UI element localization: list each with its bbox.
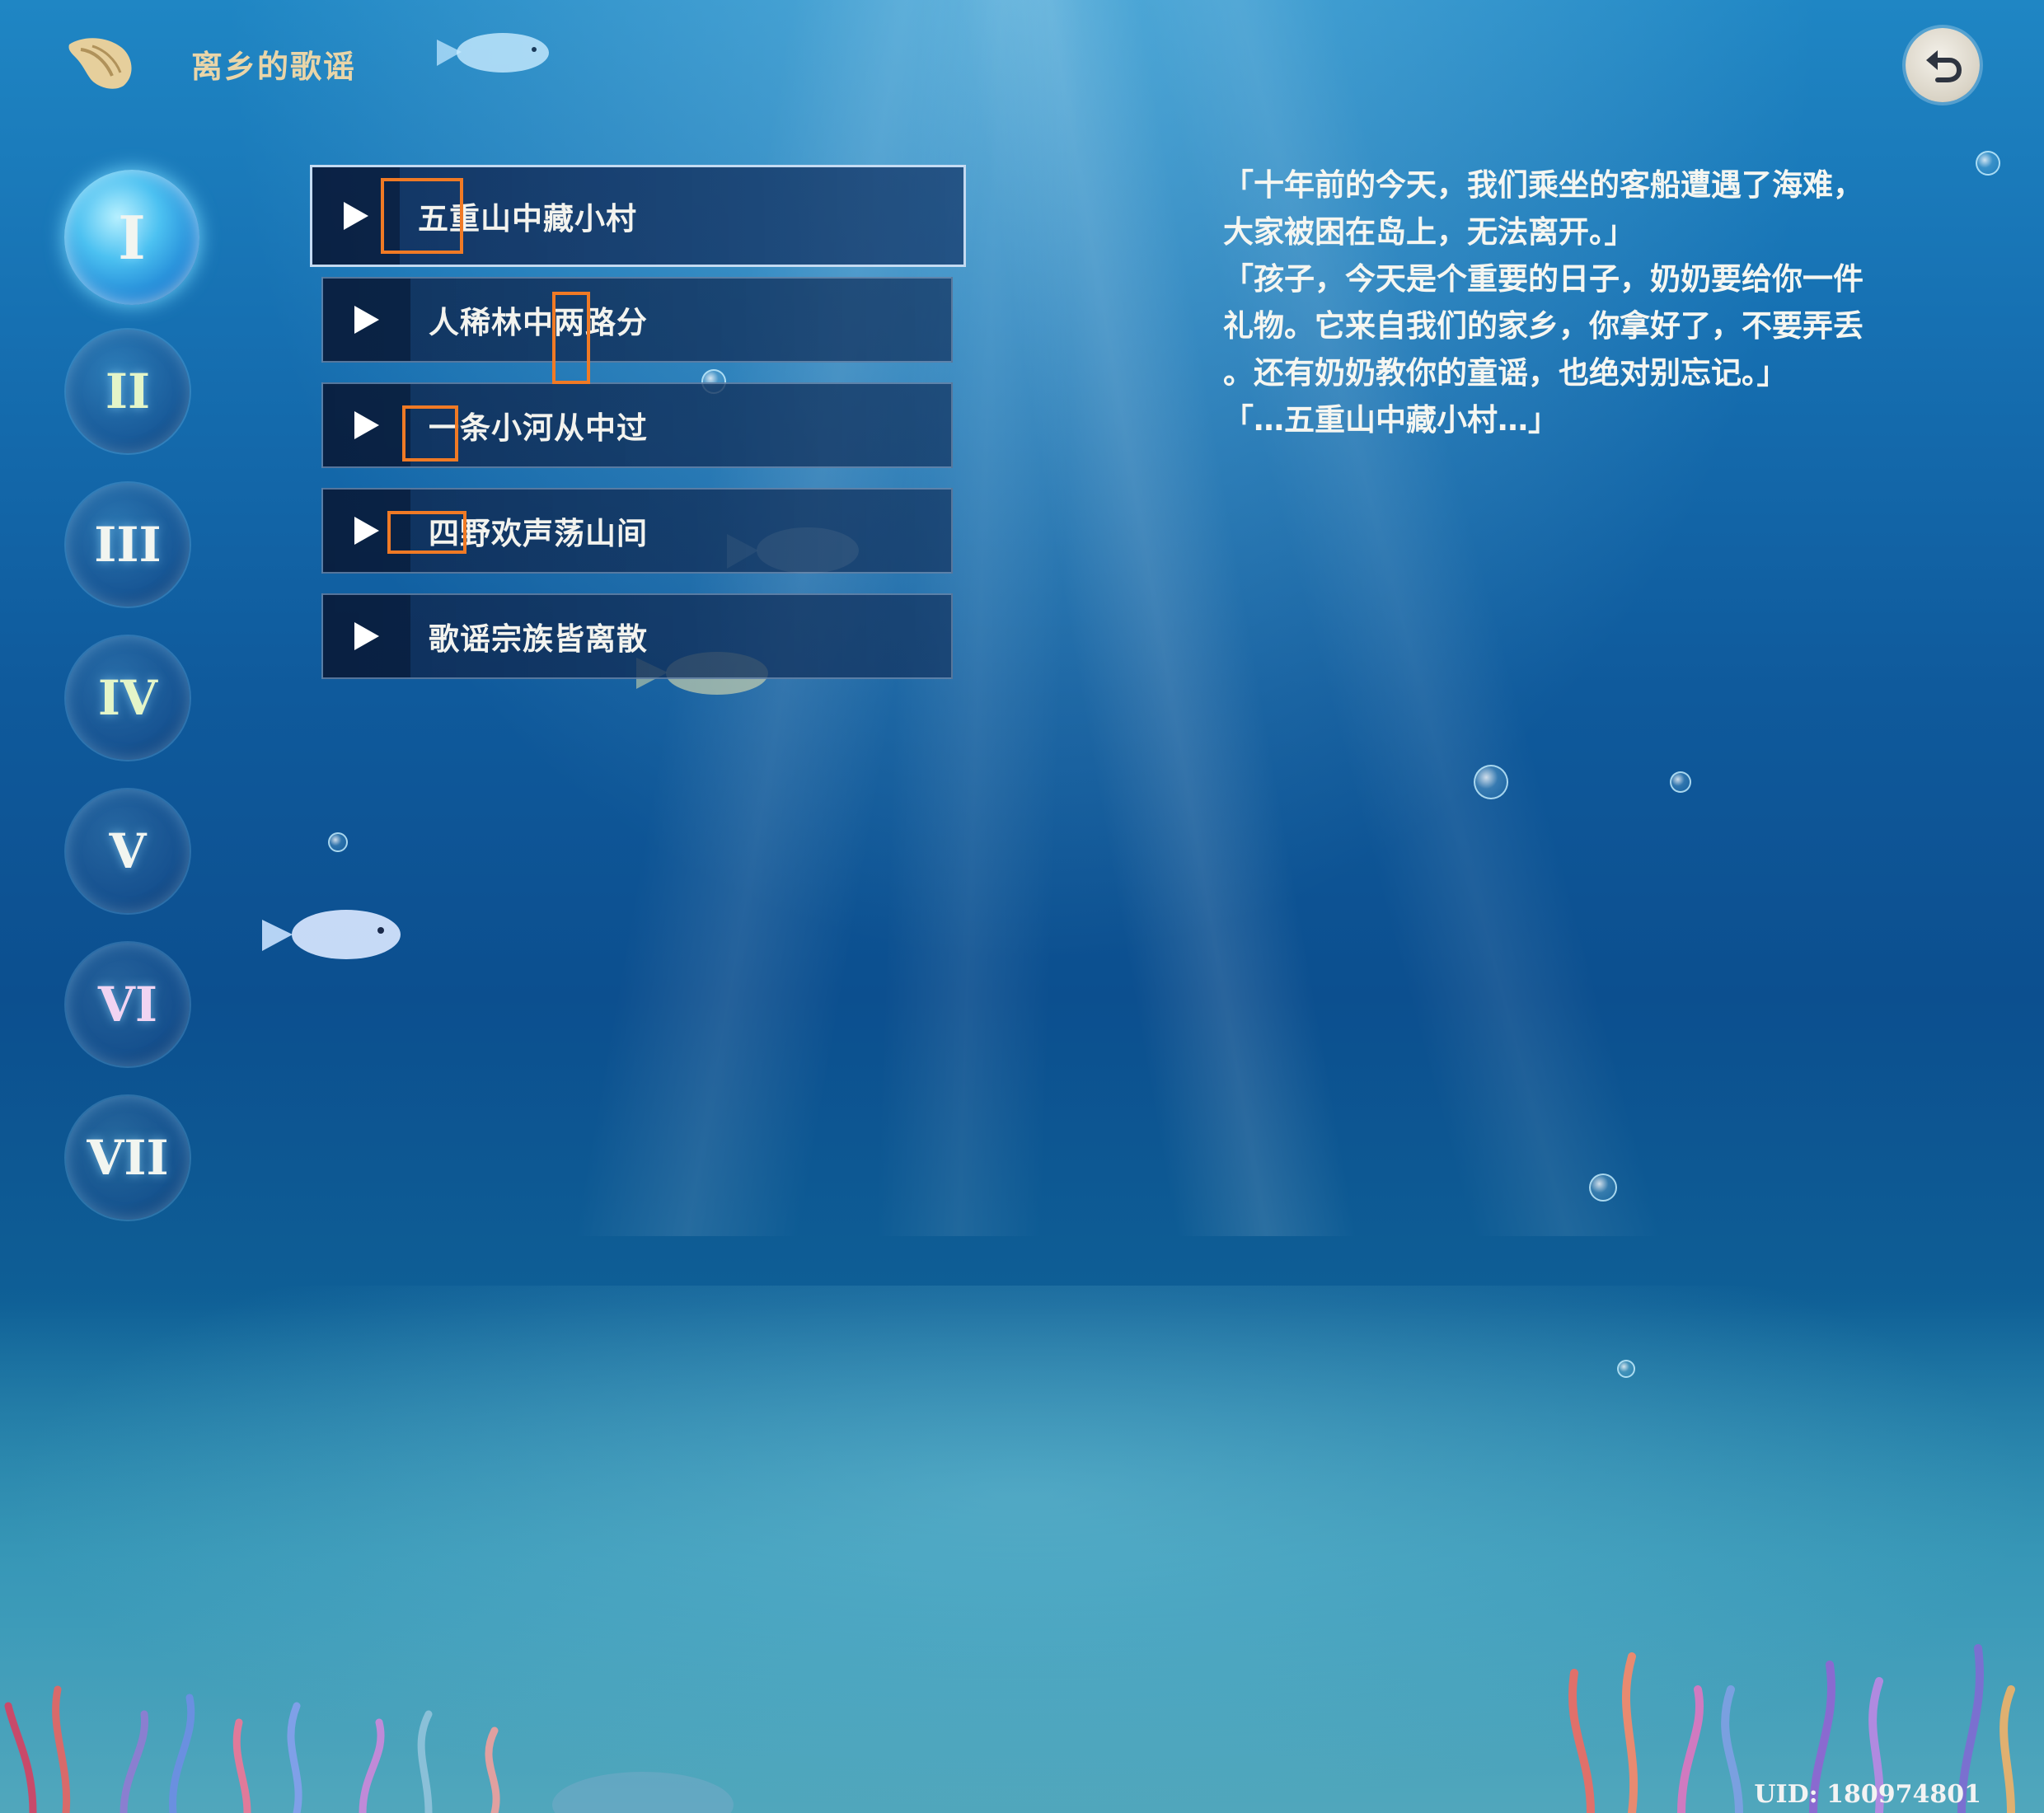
highlight-box (552, 292, 590, 384)
album-title: 离乡的歌谣 (191, 49, 357, 85)
uid-label: UID: 180974801 (1754, 1780, 1981, 1809)
song-title: 歌谣宗族皆离散 (429, 621, 648, 657)
lyric-line: 「十年前的今天，我们乘坐的客船遭遇了海难， (1223, 167, 1864, 203)
lyric-line: 。还有奶奶教你的童谣，也绝对别忘记。」 (1223, 355, 1788, 391)
bubble-decoration (1589, 1174, 1617, 1202)
bubble-decoration (1976, 151, 2000, 176)
highlight-box (402, 405, 458, 461)
chapter-list-items: II III IV V VI VII (66, 0, 206, 1220)
play-button[interactable] (323, 595, 410, 677)
play-button[interactable] (323, 384, 410, 466)
play-triangle-icon (354, 517, 379, 545)
chapter-label: IV (97, 670, 158, 726)
chapter-2-button[interactable]: II (66, 330, 190, 453)
bubble-decoration (1670, 771, 1691, 793)
coral-left-decoration (4, 1685, 734, 1813)
lyric-line: 「…五重山中藏小村…」 (1223, 402, 1559, 438)
bubble-decoration (1617, 1360, 1635, 1378)
lyrics-panel: 「十年前的今天，我们乘坐的客船遭遇了海难， 大家被困在岛上，无法离开。」 「孩子… (1223, 162, 1899, 443)
undo-arrow-icon (1926, 50, 1962, 82)
chapter-4-button[interactable]: IV (66, 636, 190, 760)
play-triangle-icon (354, 411, 379, 439)
chapter-label: II (105, 363, 151, 419)
chapter-7-button[interactable]: VII (66, 1096, 190, 1220)
play-triangle-icon (354, 306, 379, 334)
song-item[interactable]: 人稀林中两路分 (321, 277, 953, 363)
coral-right-decoration (1568, 1644, 2015, 1813)
chapter-label: III (94, 517, 162, 573)
highlight-box (387, 511, 466, 554)
bubble-decoration (1474, 765, 1508, 799)
chapter-label: VI (97, 977, 158, 1033)
chapter-3-button[interactable]: III (66, 483, 190, 607)
chapter-6-button[interactable]: VI (66, 943, 190, 1066)
play-triangle-icon (354, 622, 379, 650)
chapter-5-button[interactable]: V (66, 789, 190, 913)
chapter-label: VII (87, 1130, 169, 1186)
play-triangle-icon (344, 202, 368, 230)
lyric-line: 礼物。它来自我们的家乡，你拿好了，不要弄丢 (1223, 308, 1864, 344)
highlight-box (381, 178, 463, 254)
bubble-decoration (328, 832, 348, 852)
lyric-line: 大家被困在岛上，无法离开。」 (1223, 214, 1635, 250)
header-bar: 离乡的歌谣 (0, 0, 2044, 124)
fish-decoration (262, 910, 401, 959)
back-button[interactable] (1906, 28, 1980, 102)
song-title: 一条小河从中过 (429, 410, 648, 446)
song-item[interactable]: 歌谣宗族皆离散 (321, 593, 953, 679)
chapter-label: I (118, 202, 146, 273)
chapter-label: V (109, 823, 147, 879)
song-title: 人稀林中两路分 (429, 305, 648, 340)
lyric-line: 「孩子，今天是个重要的日子，奶奶要给你一件 (1223, 261, 1864, 297)
play-button[interactable] (323, 279, 410, 361)
